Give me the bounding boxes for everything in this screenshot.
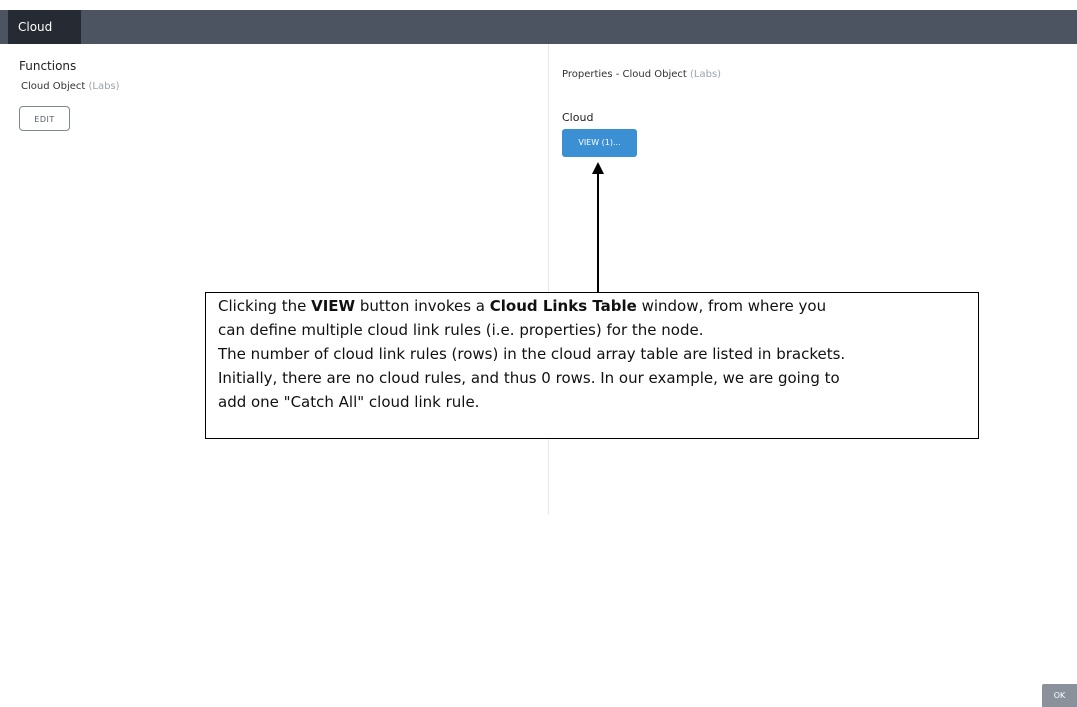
callout-bold-cloud-links-table: Cloud Links Table [489, 297, 637, 315]
callout-line-2: can define multiple cloud link rules (i.… [218, 321, 704, 339]
properties-title: Properties - Cloud Object (Labs) [562, 69, 721, 80]
tab-cloud[interactable]: Cloud [8, 10, 81, 44]
cloud-field-label: Cloud [562, 111, 594, 124]
properties-labs-tag: (Labs) [690, 69, 722, 80]
callout-line-3: The number of cloud link rules (rows) in… [218, 345, 846, 363]
callout-line-4: Initially, there are no cloud rules, and… [218, 369, 840, 387]
properties-title-text: Properties - Cloud Object [562, 69, 687, 80]
tab-bar [0, 10, 1077, 44]
functions-item-cloud-object: Cloud Object (Labs) [21, 81, 120, 92]
top-strip [0, 0, 1077, 10]
edit-button[interactable]: EDIT [19, 106, 70, 131]
callout-line-1: Clicking the VIEW button invokes a Cloud… [218, 297, 827, 315]
functions-heading: Functions [19, 59, 77, 73]
panel-divider [548, 44, 549, 515]
callout-box: Clicking the VIEW button invokes a Cloud… [205, 292, 979, 439]
callout-line-5: add one "Catch All" cloud link rule. [218, 393, 480, 411]
functions-item-name: Cloud Object [21, 81, 86, 92]
callout-bold-view: VIEW [311, 297, 356, 315]
arrow-up-icon [592, 162, 604, 293]
view-button[interactable]: VIEW (1)... [562, 129, 637, 157]
ok-button[interactable]: OK [1042, 684, 1077, 707]
labs-tag: (Labs) [88, 81, 120, 92]
